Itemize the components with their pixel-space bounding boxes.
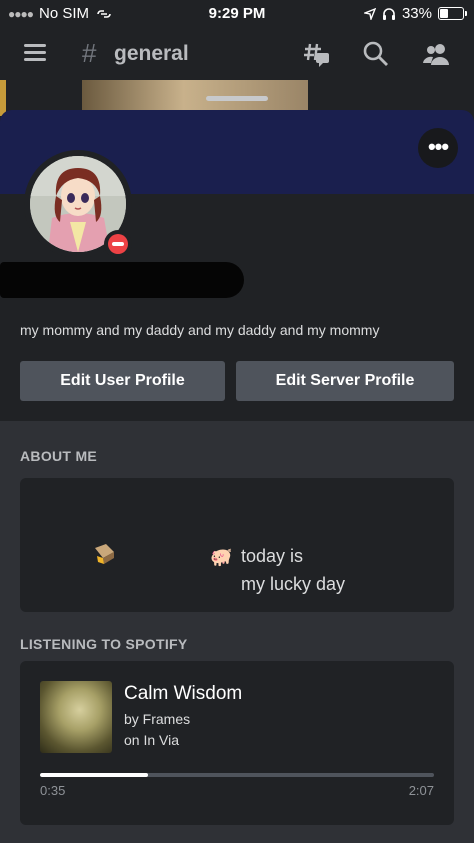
members-icon[interactable] [422, 40, 450, 68]
bag-emoji-icon [95, 544, 114, 564]
status-bar: ●●●● No SIM 9:29 PM 33% [0, 0, 474, 28]
edit-user-profile-button[interactable]: Edit User Profile [20, 361, 225, 401]
profile-details-panel: ABOUT ME 🐖 today is my lucky day LISTENI… [0, 421, 474, 843]
total-time: 2:07 [408, 783, 434, 798]
channel-hash-icon: # [82, 38, 97, 68]
battery-percent: 33% [401, 5, 432, 22]
channel-header: # general [0, 28, 474, 80]
headphones-icon [382, 8, 395, 20]
dnd-status-icon [104, 230, 132, 258]
channel-name[interactable]: general [114, 42, 189, 66]
threads-icon[interactable] [302, 40, 330, 68]
hamburger-icon[interactable] [24, 44, 46, 62]
redacted-username [0, 262, 244, 298]
search-icon[interactable] [362, 40, 390, 68]
edit-server-profile-button[interactable]: Edit Server Profile [236, 361, 454, 401]
spotify-card[interactable]: Calm Wisdom by Frames on In Via 0:35 2:0… [20, 661, 454, 825]
track-artist[interactable]: by Frames [124, 711, 190, 727]
elapsed-time: 0:35 [40, 783, 66, 798]
album-cover[interactable] [40, 681, 112, 753]
spotify-heading: LISTENING TO SPOTIFY [20, 636, 188, 652]
bio-text: my mommy and my daddy and my daddy and m… [20, 322, 380, 338]
about-me-heading: ABOUT ME [20, 448, 98, 464]
track-title[interactable]: Calm Wisdom [124, 683, 242, 705]
location-icon [363, 7, 376, 20]
pig-emoji-icon: 🐖 [210, 547, 233, 567]
battery-icon [438, 7, 467, 20]
status-right: 33% [363, 5, 467, 22]
more-options-button[interactable]: ••• [418, 128, 458, 168]
playback-progress [40, 773, 434, 777]
track-album[interactable]: on In Via [124, 732, 179, 748]
about-line-1: today is [241, 546, 304, 566]
about-line-2: my lucky day [241, 574, 346, 594]
drag-handle[interactable] [206, 96, 268, 101]
about-me-card: 🐖 today is my lucky day [20, 478, 454, 612]
